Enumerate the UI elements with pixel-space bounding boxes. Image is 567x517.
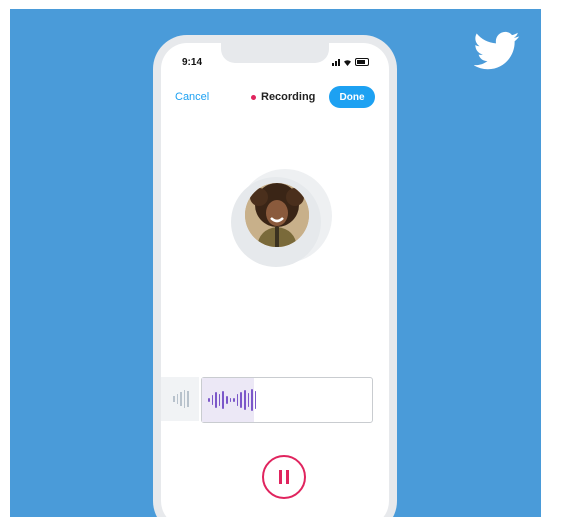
recording-title: Recording	[261, 91, 316, 103]
cancel-button[interactable]: Cancel	[175, 91, 209, 103]
battery-icon	[355, 58, 369, 66]
twitter-bird-icon	[474, 31, 520, 70]
wifi-icon	[344, 60, 351, 66]
promo-background: 9:14 Cancel Recording Done	[10, 9, 541, 517]
phone-notch	[221, 43, 329, 63]
pause-button[interactable]	[262, 455, 306, 499]
phone-screen: 9:14 Cancel Recording Done	[161, 43, 389, 517]
done-button[interactable]: Done	[329, 86, 375, 108]
audio-waveform-track	[201, 377, 373, 423]
phone-frame: 9:14 Cancel Recording Done	[153, 35, 397, 517]
previous-waveform-segment	[161, 377, 199, 421]
recording-header: Cancel Recording Done	[161, 83, 389, 111]
signal-icon	[332, 59, 340, 66]
audio-waveform	[208, 386, 257, 414]
recording-dot-icon	[251, 94, 256, 100]
avatar	[245, 183, 309, 247]
avatar-portrait	[245, 183, 309, 247]
recording-indicator: Recording	[251, 91, 315, 103]
status-time: 9:14	[182, 57, 203, 68]
status-icons	[332, 58, 369, 66]
